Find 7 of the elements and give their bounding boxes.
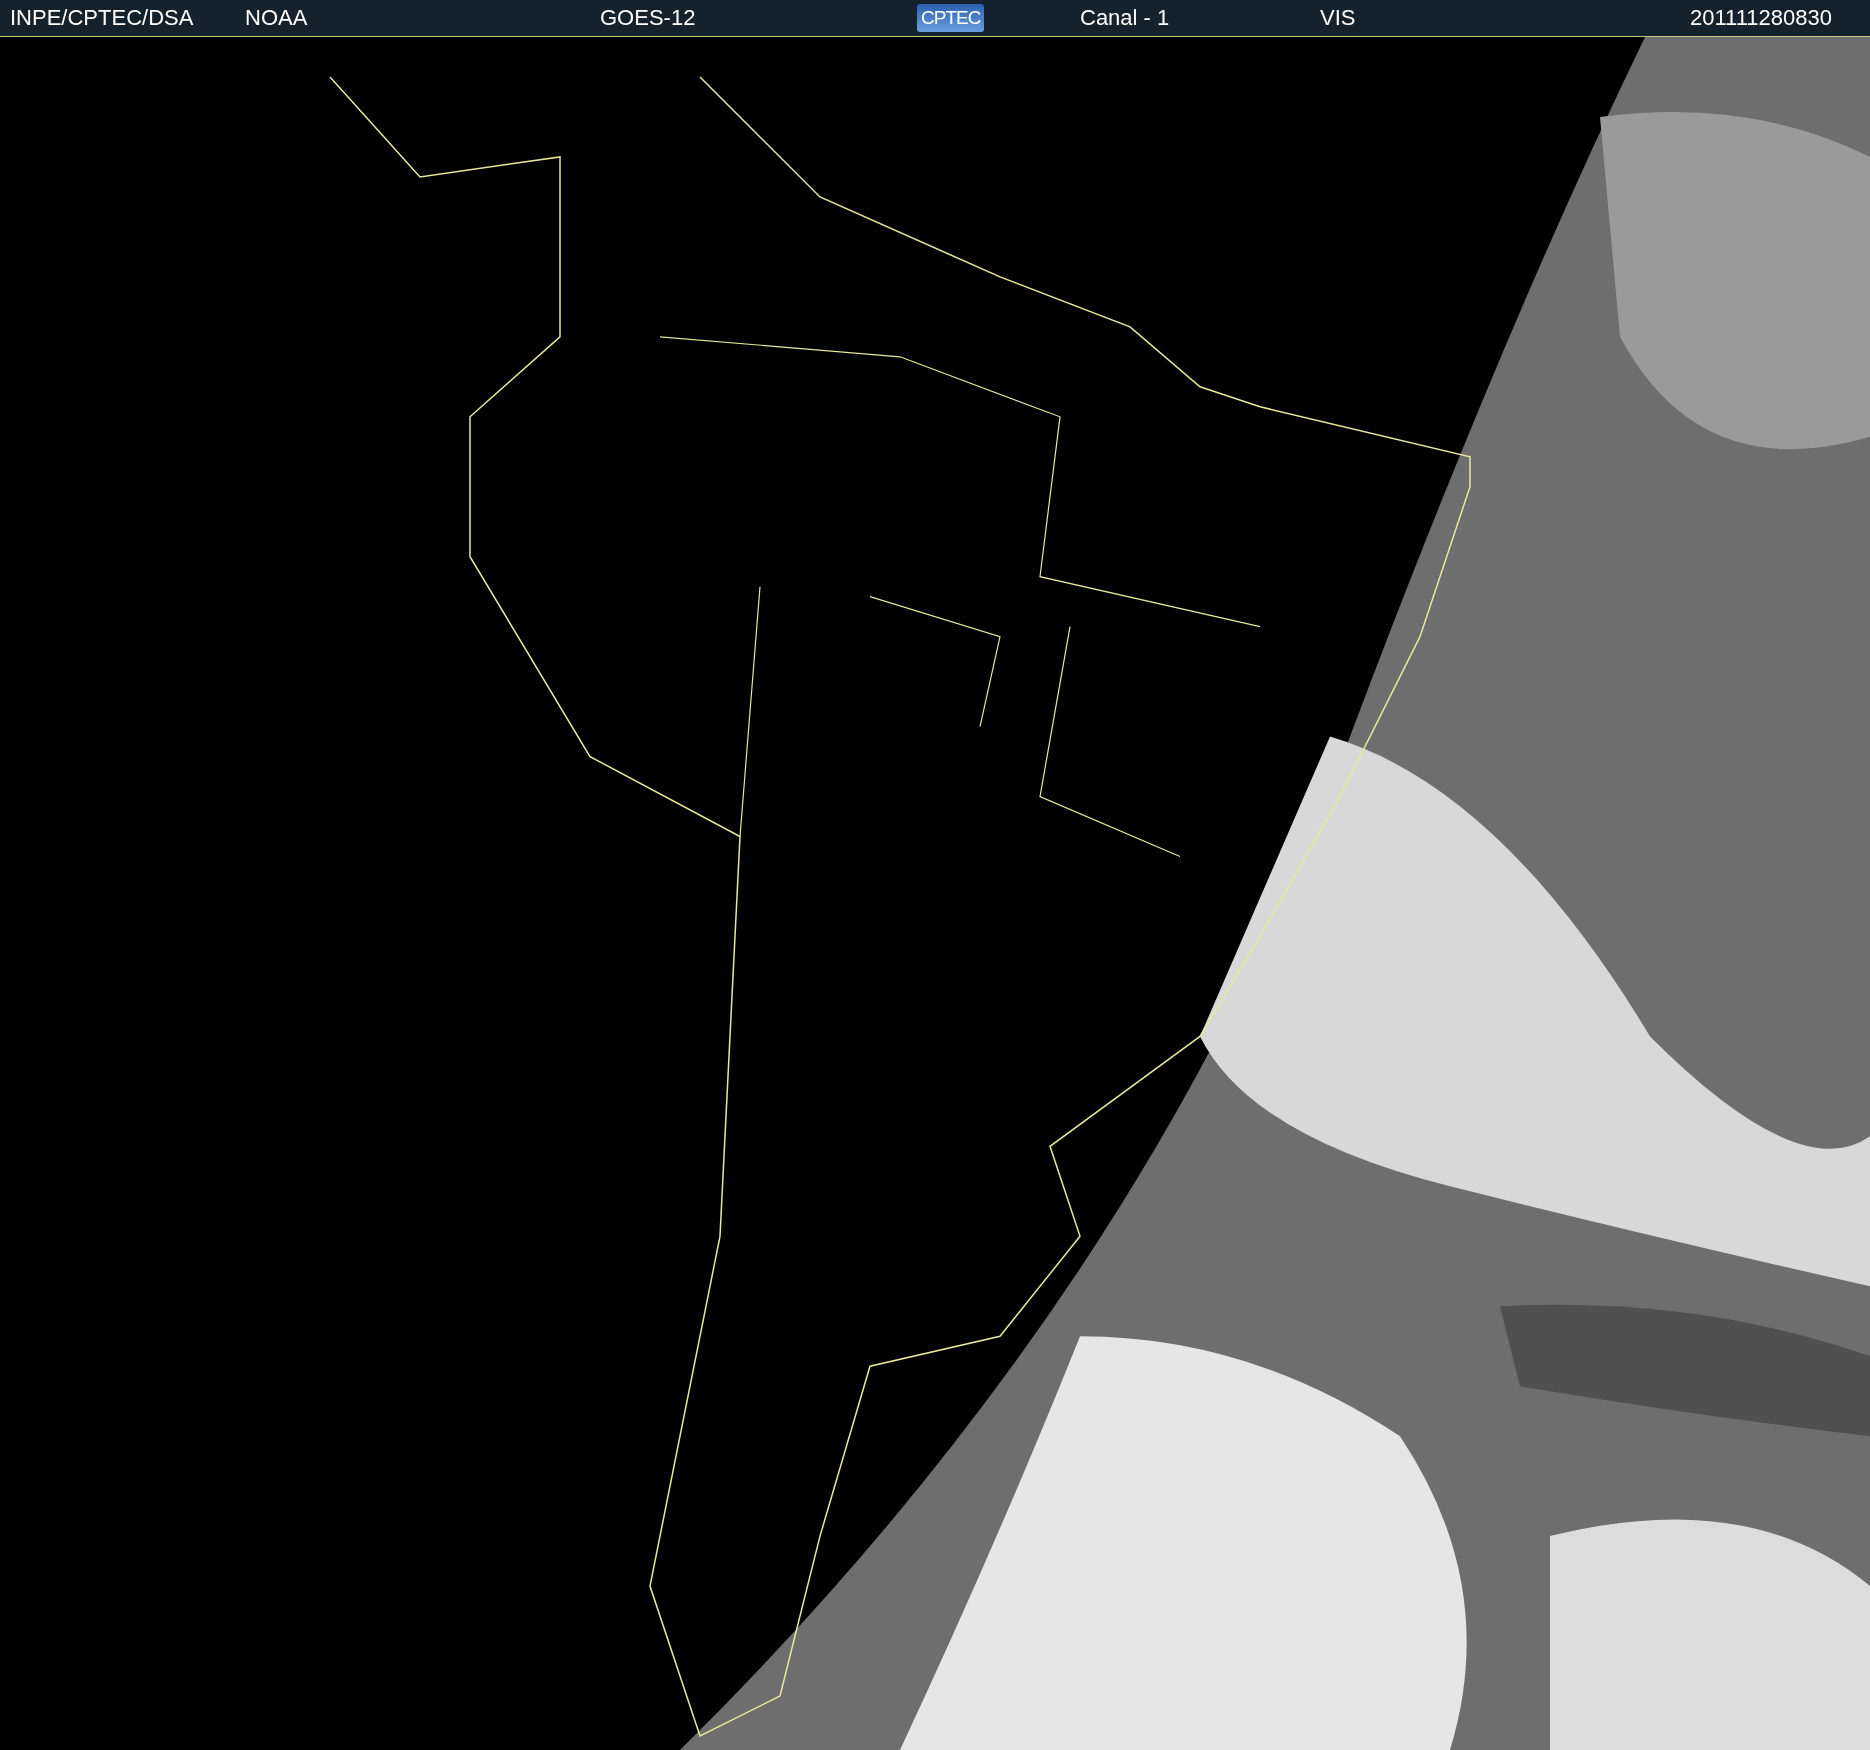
header-label: Canal - 1 xyxy=(1080,5,1170,31)
header-label: GOES-12 xyxy=(600,5,696,31)
header-label: 201111280830 xyxy=(1690,5,1832,31)
header-label: NOAA xyxy=(245,5,308,31)
header-label: VIS xyxy=(1320,5,1356,31)
logo: CPTEC xyxy=(917,4,985,32)
header-label: INPE/CPTEC/DSA xyxy=(10,5,194,31)
